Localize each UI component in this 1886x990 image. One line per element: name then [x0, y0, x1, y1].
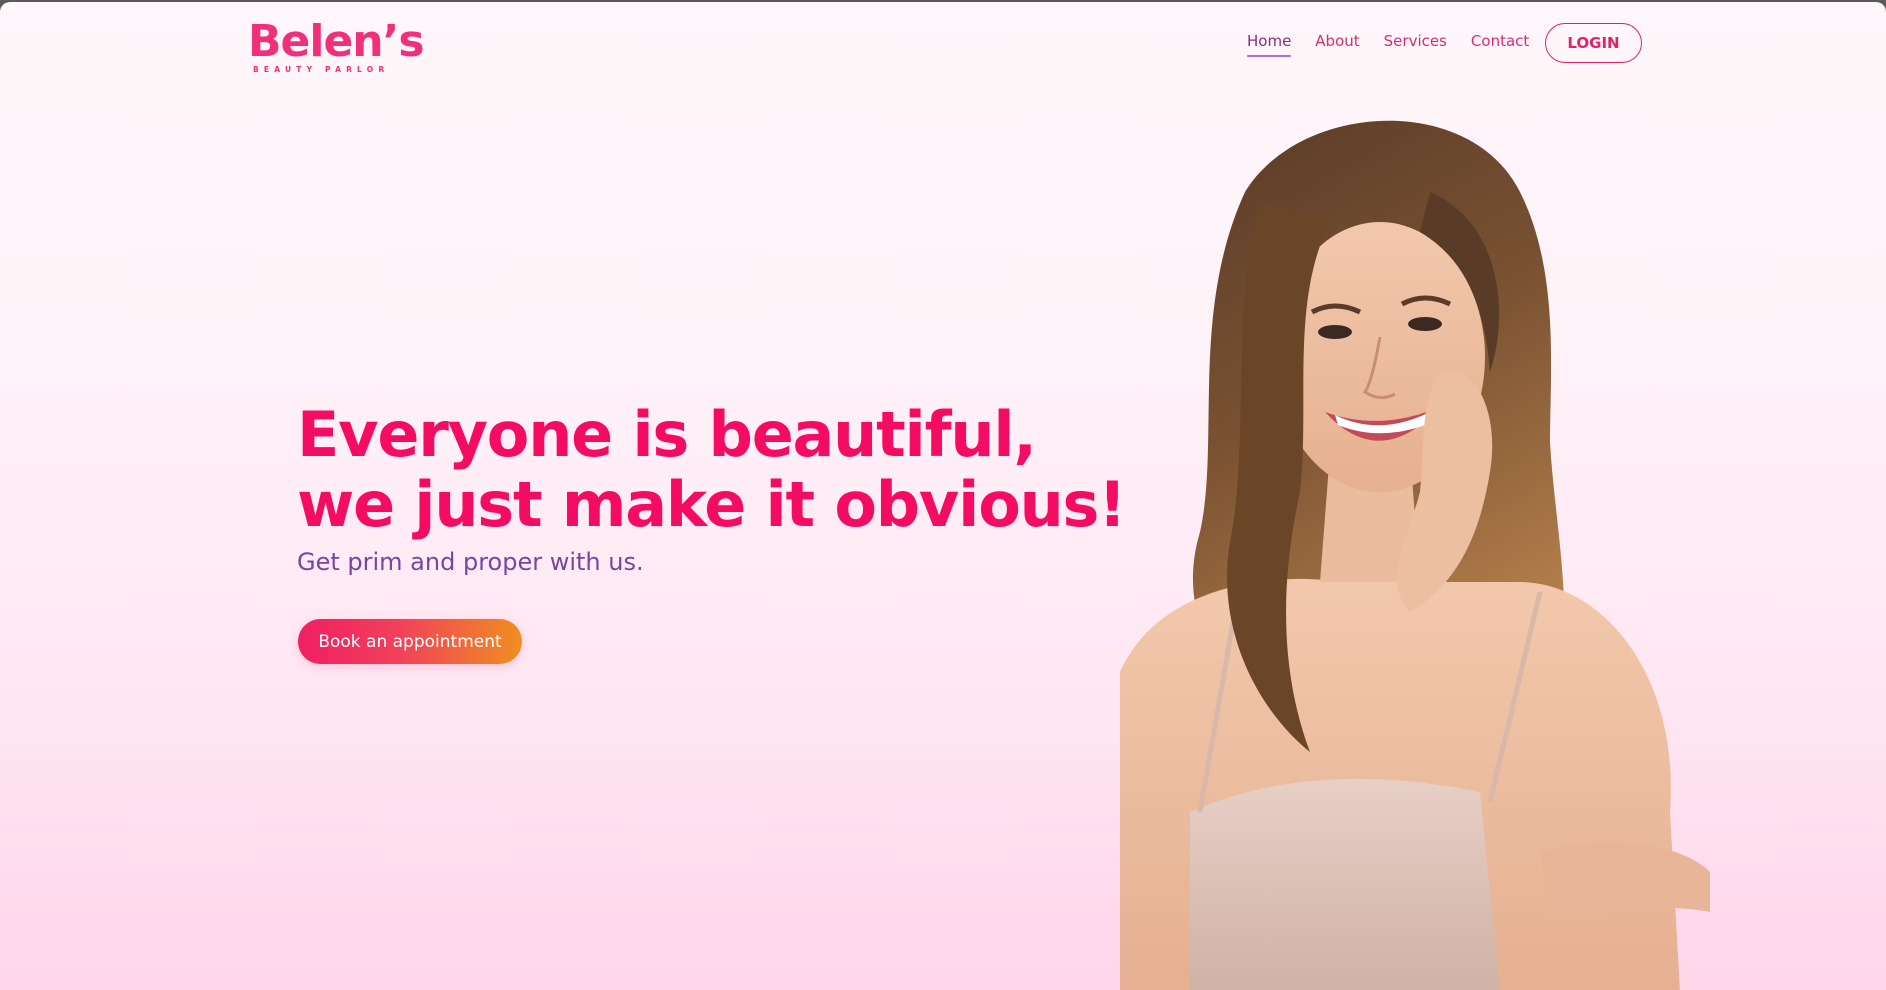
hero-subtitle: Get prim and proper with us. [297, 548, 644, 576]
nav-services-link[interactable]: Services [1384, 32, 1447, 54]
main-nav: Home About Services Contact [1247, 32, 1529, 57]
nav-about-link[interactable]: About [1315, 32, 1359, 54]
hero-model-image [1120, 120, 1710, 990]
nav-home-link[interactable]: Home [1247, 32, 1292, 57]
brand-name: Belen’s [248, 16, 425, 67]
hero-title-line-1: Everyone is beautiful, [297, 398, 1037, 471]
page: Belen’s BEAUTY PARLOR Home About Service… [0, 2, 1886, 990]
nav-contact-link[interactable]: Contact [1471, 32, 1529, 54]
hero-title-line-2: we just make it obvious! [297, 468, 1127, 541]
login-button[interactable]: LOGIN [1545, 23, 1642, 63]
hero-title: Everyone is beautiful, we just make it o… [297, 398, 1127, 541]
brand-logo[interactable]: Belen’s BEAUTY PARLOR [248, 16, 425, 78]
brand-tagline: BEAUTY PARLOR [253, 65, 390, 74]
book-appointment-button[interactable]: Book an appointment [298, 619, 522, 664]
